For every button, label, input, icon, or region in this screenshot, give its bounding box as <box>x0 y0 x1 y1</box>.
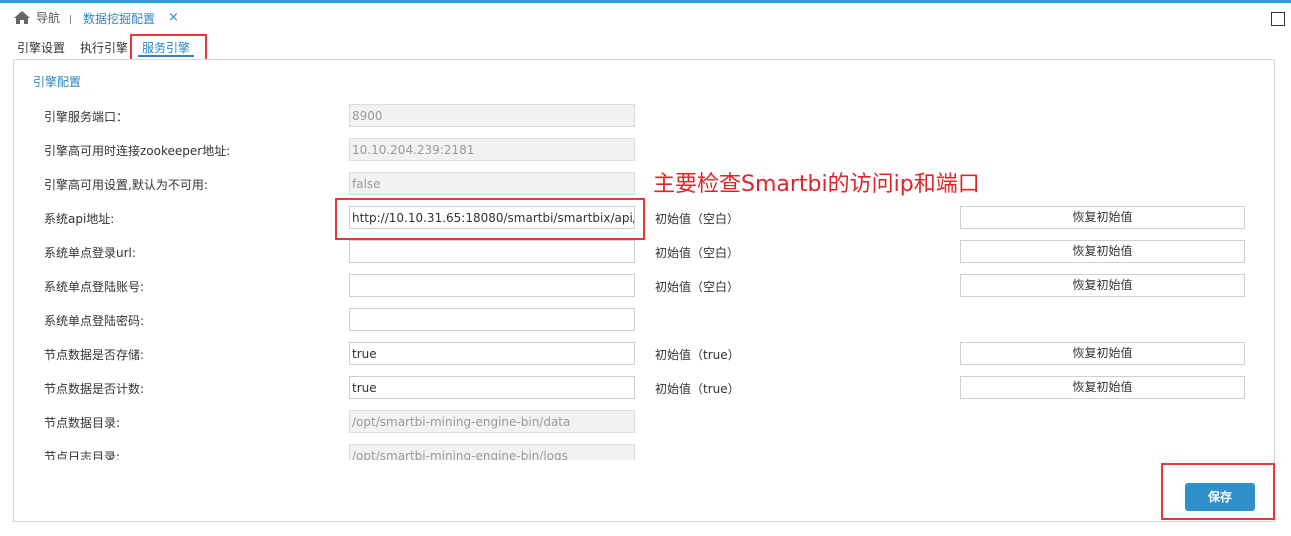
initial-value-sso-url: 初始值（空白） <box>655 246 740 260</box>
label-zookeeper-address: 引擎高可用时连接zookeeper地址: <box>44 144 231 158</box>
close-icon[interactable]: × <box>168 10 179 25</box>
tab-data-mining-config[interactable]: 数据挖掘配置 <box>83 10 155 27</box>
sso-password-field[interactable] <box>349 308 635 331</box>
tab-home[interactable]: 导航 <box>14 9 60 26</box>
initial-value-api-url: 初始值（空白） <box>655 212 740 226</box>
sub-tab-bar: 引擎设置 执行引擎 服务引擎 <box>0 33 1291 59</box>
maximize-icon[interactable] <box>1271 12 1285 26</box>
initial-value-node-data-count: 初始值（true） <box>655 382 740 396</box>
sso-url-field[interactable] <box>349 240 635 263</box>
subtab-execution-engine[interactable]: 执行引擎 <box>80 39 128 56</box>
section-title: 引擎配置 <box>33 75 82 89</box>
subtab-service-engine[interactable]: 服务引擎 <box>142 39 190 56</box>
label-high-availability: 引擎高可用设置,默认为不可用: <box>44 178 208 192</box>
label-sso-account: 系统单点登陆账号: <box>44 280 145 294</box>
node-log-dir-field: /opt/smartbi-mining-engine-bin/logs <box>349 444 635 460</box>
label-sso-password: 系统单点登陆密码: <box>44 314 145 328</box>
home-icon <box>14 11 30 24</box>
tab-divider <box>70 15 71 24</box>
label-node-data-dir: 节点数据目录: <box>44 416 121 430</box>
tab-bar: 导航 数据挖掘配置 × <box>0 3 1291 33</box>
node-data-store-field[interactable]: true <box>349 342 635 365</box>
engine-port-field: 8900 <box>349 104 635 127</box>
high-availability-field: false <box>349 172 635 195</box>
restore-button-sso-url[interactable]: 恢复初始值 <box>960 240 1245 263</box>
label-engine-port: 引擎服务端口： <box>44 110 129 124</box>
subtab-active-indicator <box>138 55 194 57</box>
restore-button-node-data-store[interactable]: 恢复初始值 <box>960 342 1245 365</box>
initial-value-sso-account: 初始值（空白） <box>655 280 740 294</box>
label-sso-url: 系统单点登录url: <box>44 246 136 260</box>
subtab-engine-settings[interactable]: 引擎设置 <box>17 39 65 56</box>
tab-home-label: 导航 <box>36 11 61 25</box>
save-button[interactable]: 保存 <box>1185 483 1255 511</box>
label-node-log-dir: 节点日志目录: <box>44 450 121 460</box>
zookeeper-address-field: 10.10.204.239:2181 <box>349 138 635 161</box>
node-data-dir-field: /opt/smartbi-mining-engine-bin/data <box>349 410 635 433</box>
sso-account-field[interactable] <box>349 274 635 297</box>
label-node-data-store: 节点数据是否存储: <box>44 348 145 362</box>
initial-value-node-data-store: 初始值（true） <box>655 348 740 362</box>
restore-button-api-url[interactable]: 恢复初始值 <box>960 206 1245 229</box>
label-system-api-url: 系统api地址: <box>44 212 115 226</box>
scroll-clip-row: 节点日志目录: /opt/smartbi-mining-engine-bin/l… <box>0 442 1291 460</box>
label-node-data-count: 节点数据是否计数: <box>44 382 145 396</box>
node-data-count-field[interactable]: true <box>349 376 635 399</box>
restore-button-sso-account[interactable]: 恢复初始值 <box>960 274 1245 297</box>
system-api-url-field[interactable]: http://10.10.31.65:18080/smartbi/smartbi… <box>349 206 635 229</box>
annotation-text: 主要检查Smartbi的访问ip和端口 <box>653 172 980 197</box>
restore-button-node-data-count[interactable]: 恢复初始值 <box>960 376 1245 399</box>
